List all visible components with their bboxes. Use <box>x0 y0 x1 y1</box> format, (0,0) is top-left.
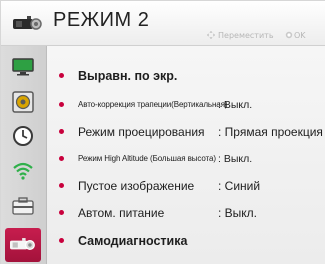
ok-button-icon <box>285 31 293 39</box>
wifi-icon <box>13 162 33 180</box>
menu-item-projection-mode[interactable]: Режим проецирования : Прямая проекция <box>47 118 325 145</box>
sidebar-item-option-2[interactable] <box>5 228 41 262</box>
monitor-icon <box>12 58 34 76</box>
bullet-icon <box>59 102 64 107</box>
bullet-icon <box>59 129 64 134</box>
bullet-icon <box>59 183 64 188</box>
menu-item-blank-image[interactable]: Пустое изображение : Синий <box>47 172 325 199</box>
menu-item-screen-adjust[interactable]: Выравн. по экр. <box>47 62 325 89</box>
settings-list: Выравн. по экр. Авто-коррекция трапеции(… <box>47 46 325 264</box>
clock-icon <box>13 126 33 146</box>
menu-item-label: Режим проецирования <box>78 125 205 139</box>
menu-item-self-diagnosis[interactable]: Самодиагностика <box>47 227 325 254</box>
menu-item-auto-power[interactable]: Автом. питание : Выкл. <box>47 199 325 226</box>
menu-header: РЕЖИМ 2 Переместить OK <box>1 1 325 46</box>
projector-settings-window: РЕЖИМ 2 Переместить OK Выравн. по экр. А… <box>0 0 325 264</box>
menu-item-label: Авто-коррекция трапеции(Вертикальная) <box>78 100 228 109</box>
toolbox-icon <box>12 197 34 215</box>
menu-item-label: Автом. питание <box>78 206 165 220</box>
category-sidebar <box>1 46 47 264</box>
menu-item-label: Режим High Altitude (Большая высота) <box>78 154 216 163</box>
menu-item-value: : Синий <box>218 179 261 193</box>
menu-item-label: Выравн. по экр. <box>78 69 178 83</box>
move-arrows-icon <box>207 31 215 39</box>
menu-item-auto-keystone[interactable]: Авто-коррекция трапеции(Вертикальная) : … <box>47 91 325 118</box>
menu-item-value: : Выкл. <box>218 153 253 165</box>
menu-item-value: : Прямая проекция <box>218 125 323 139</box>
sidebar-item-picture[interactable] <box>4 52 42 82</box>
projector-camera-icon <box>10 238 35 250</box>
menu-item-label: Пустое изображение <box>78 179 195 193</box>
menu-item-value: : Выкл. <box>218 206 258 220</box>
sidebar-item-network[interactable] <box>4 156 42 186</box>
projector-camera-icon <box>13 16 42 30</box>
bullet-icon <box>59 210 64 215</box>
menu-item-label: Самодиагностика <box>78 234 188 248</box>
bullet-icon <box>59 73 64 78</box>
sidebar-item-time[interactable] <box>4 121 42 151</box>
bullet-icon <box>59 156 64 161</box>
bullet-icon <box>59 238 64 243</box>
hint-ok-label: OK <box>294 31 306 40</box>
page-title: РЕЖИМ 2 <box>53 9 150 31</box>
sidebar-item-general[interactable] <box>4 191 42 221</box>
speaker-icon <box>12 91 34 113</box>
menu-item-value: : Выкл. <box>218 99 253 111</box>
sidebar-item-audio[interactable] <box>4 87 42 117</box>
menu-item-high-altitude[interactable]: Режим High Altitude (Большая высота) : В… <box>47 145 325 172</box>
hint-move-label: Переместить <box>218 31 274 40</box>
